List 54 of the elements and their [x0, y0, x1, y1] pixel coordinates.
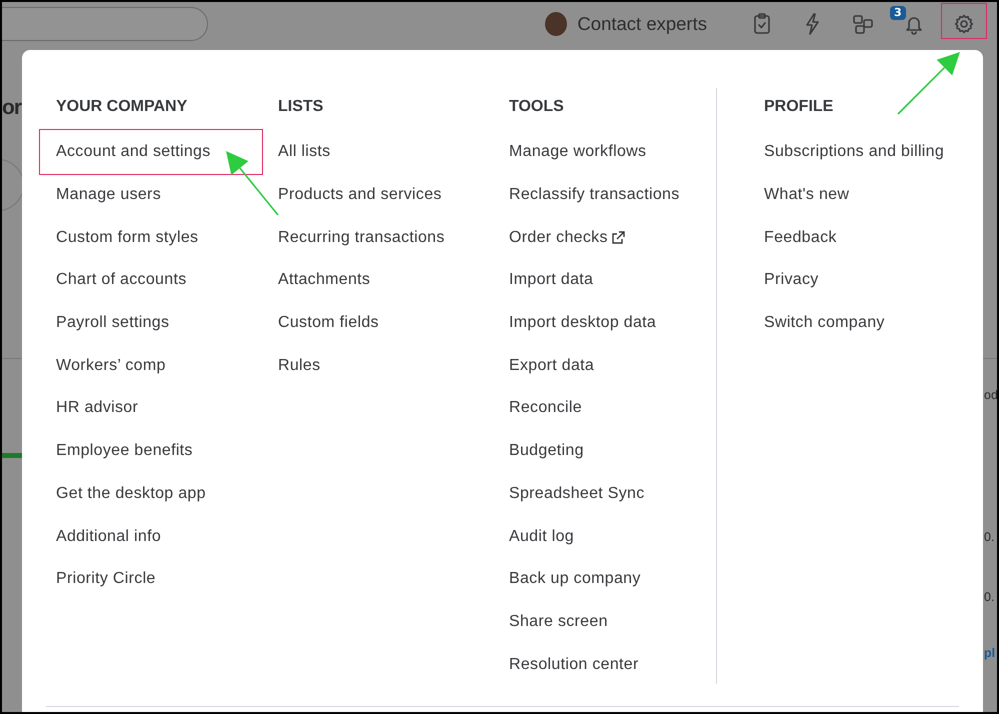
menu-item[interactable]: Products and services — [278, 186, 442, 204]
menu-item[interactable]: Workers’ comp — [56, 356, 166, 375]
menu-item[interactable]: Employee benefits — [56, 442, 193, 460]
menu-item[interactable]: Resolution center — [509, 656, 639, 674]
column-heading: YOUR COMPANY — [56, 98, 188, 117]
menu-item[interactable]: Additional info — [56, 528, 162, 546]
menu-item[interactable]: Reconcile — [509, 399, 582, 418]
table-text: od — [984, 388, 997, 402]
menu-item[interactable]: Recurring transactions — [278, 228, 445, 247]
page-heading: or — [2, 96, 21, 120]
menu-item[interactable]: Reclassify transactions — [509, 186, 680, 204]
menu-item[interactable]: Import data — [509, 271, 594, 290]
menu-item[interactable]: Order checks — [509, 228, 608, 247]
menu-item[interactable]: Feedback — [764, 228, 837, 247]
menu-item[interactable]: Import desktop data — [509, 314, 656, 332]
apps-icon[interactable] — [851, 12, 875, 36]
table-text: 0. — [984, 530, 994, 544]
menu-item[interactable]: Export data — [509, 356, 594, 375]
menu-item[interactable]: Switch company — [764, 314, 885, 332]
settings-icon[interactable] — [953, 13, 975, 35]
menu-item[interactable]: Subscriptions and billing — [764, 143, 944, 162]
menu-item[interactable]: Get the desktop app — [56, 484, 206, 503]
menu-item[interactable]: Audit log — [509, 528, 574, 546]
menu-item[interactable]: Rules — [278, 356, 320, 375]
menu-item[interactable]: Priority Circle — [56, 570, 156, 588]
menu-item[interactable]: Spreadsheet Sync — [509, 484, 645, 503]
column-heading: PROFILE — [764, 98, 834, 117]
accent-stripe — [2, 453, 22, 458]
menu-item[interactable]: Payroll settings — [56, 314, 170, 332]
menu-item[interactable]: Custom form styles — [56, 228, 198, 247]
menu-item[interactable]: Share screen — [509, 612, 608, 631]
table-text: 0. — [984, 590, 994, 604]
avatar-icon — [545, 12, 568, 36]
menu-item[interactable]: HR advisor — [56, 399, 138, 418]
menu-item[interactable]: All lists — [278, 143, 330, 162]
column-heading: TOOLS — [509, 98, 565, 117]
annotation-arrow — [897, 52, 960, 115]
external-link-icon[interactable] — [610, 230, 625, 245]
clipboard-check-icon[interactable] — [751, 12, 773, 36]
menu-item[interactable]: Manage workflows — [509, 143, 646, 162]
menu-item[interactable]: Back up company — [509, 570, 641, 588]
column-heading: LISTS — [278, 98, 324, 117]
menu-item[interactable]: Custom fields — [278, 314, 379, 332]
menu-item[interactable]: What's new — [764, 186, 850, 204]
menu-item[interactable]: Chart of accounts — [56, 271, 186, 290]
annotation-arrow — [226, 151, 279, 216]
menu-item[interactable]: Attachments — [278, 271, 370, 290]
search-field[interactable] — [2, 7, 208, 41]
notification-count: 3 — [890, 6, 906, 20]
menu-item[interactable]: Budgeting — [509, 442, 584, 460]
contact-experts-link[interactable]: Contact experts — [577, 13, 707, 35]
menu-item[interactable]: Account and settings — [56, 143, 211, 162]
menu-item[interactable]: Privacy — [764, 271, 819, 290]
menu-item[interactable]: Manage users — [56, 186, 161, 204]
